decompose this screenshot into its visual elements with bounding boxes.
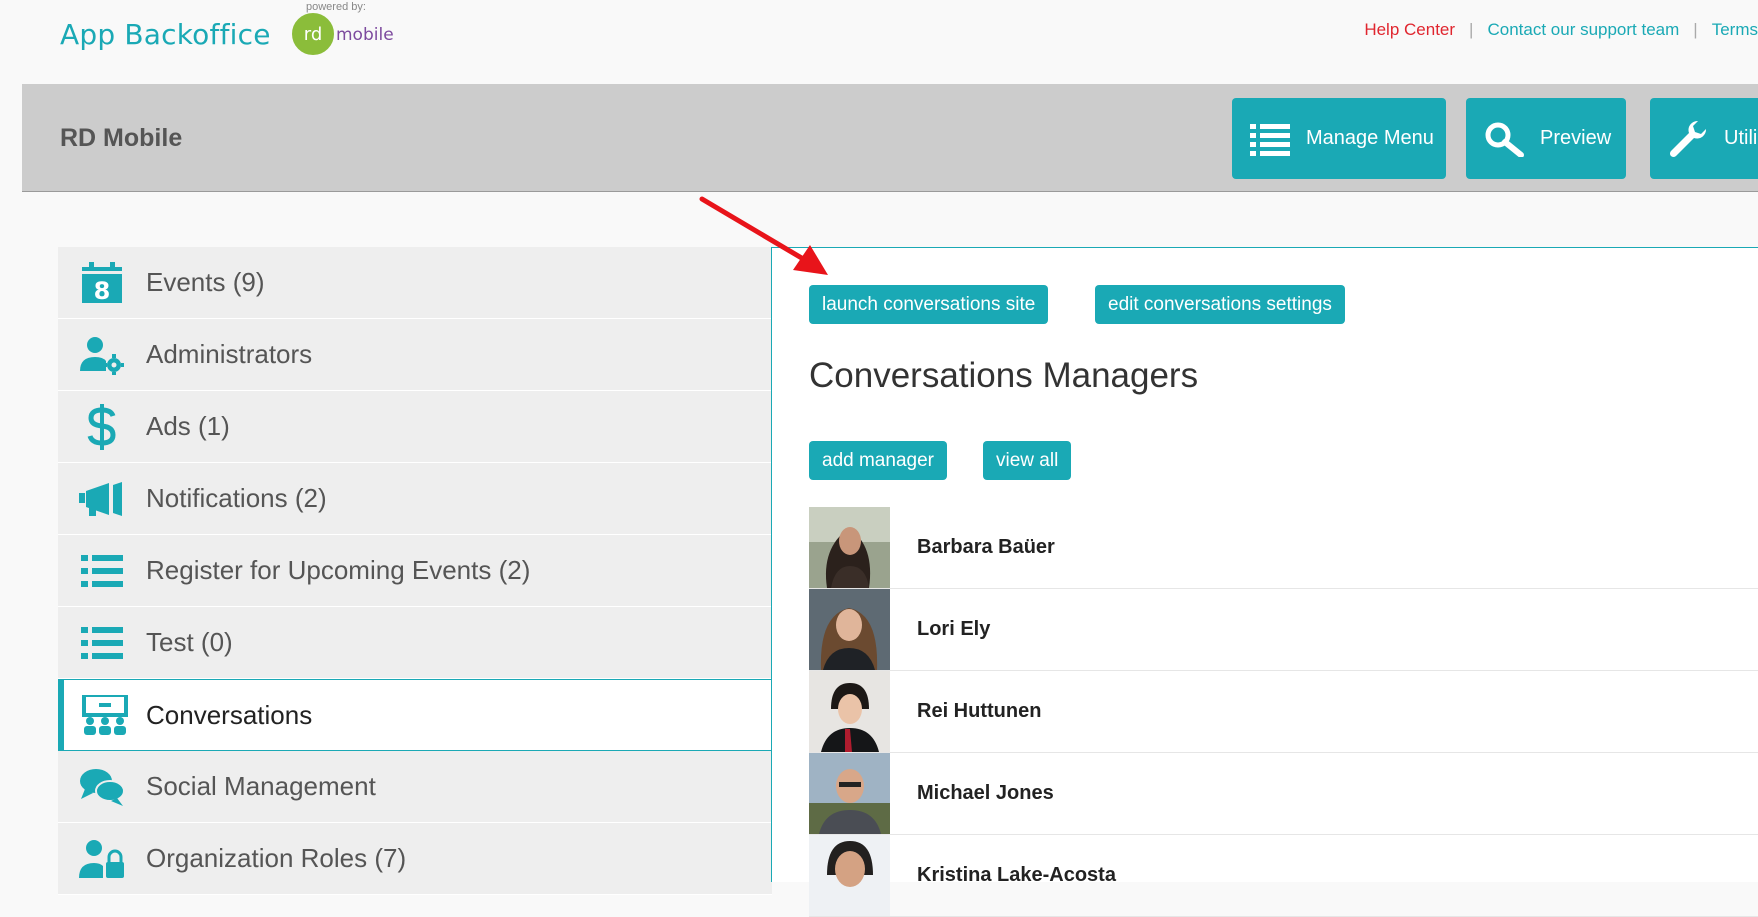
list-icon: [81, 626, 123, 659]
add-manager-button[interactable]: add manager: [809, 441, 947, 480]
manager-name: Rei Huttunen: [917, 700, 1042, 722]
manager-row[interactable]: Barbara Baüer: [809, 507, 1758, 589]
preview-label: Preview: [1540, 127, 1612, 149]
powered-by-label: powered by:: [306, 1, 366, 13]
utilities-button[interactable]: Utili: [1650, 98, 1758, 179]
edit-conversations-settings-button[interactable]: edit conversations settings: [1095, 285, 1345, 324]
sidebar-item-ads[interactable]: Ads (1): [58, 391, 772, 463]
help-center-link[interactable]: Help Center: [1364, 20, 1455, 40]
dollar-icon: [87, 403, 116, 450]
list-icon: [1250, 123, 1290, 156]
calendar-icon: 8: [82, 261, 122, 305]
manager-name: Kristina Lake-Acosta: [917, 864, 1116, 886]
annotation-arrow-icon: [699, 196, 828, 275]
avatar[interactable]: [809, 671, 890, 752]
launch-conversations-site-button[interactable]: launch conversations site: [809, 285, 1049, 324]
calendar-day-number: 8: [94, 277, 111, 305]
manage-menu-button[interactable]: Manage Menu: [1232, 98, 1446, 179]
manager-name: Barbara Baüer: [917, 536, 1055, 558]
app-brand-title: App Backoffice: [60, 18, 271, 51]
wrench-icon: [1669, 120, 1707, 157]
contact-support-link[interactable]: Contact our support team: [1487, 20, 1679, 40]
manager-row[interactable]: Michael Jones: [809, 753, 1758, 835]
manager-name: Michael Jones: [917, 782, 1054, 804]
top-links: Help Center | Contact our support team |…: [1364, 20, 1758, 40]
sidebar-item-administrators[interactable]: Administrators: [58, 319, 772, 391]
link-separator: |: [1469, 20, 1474, 39]
manager-row[interactable]: Lori Ely: [809, 589, 1758, 671]
sidebar: 8 Events (9) Administrators Ads (1) Noti…: [58, 247, 774, 895]
rd-logo-text: rd: [303, 23, 323, 45]
manager-name: Lori Ely: [917, 618, 991, 640]
sidebar-item-label: Conversations: [146, 699, 313, 730]
link-separator: |: [1693, 20, 1698, 39]
utilities-label: Utili: [1724, 127, 1758, 149]
sidebar-item-label: Register for Upcoming Events (2): [146, 555, 531, 585]
list-icon: [81, 554, 123, 587]
avatar[interactable]: [809, 753, 890, 834]
preview-button[interactable]: Preview: [1466, 98, 1626, 179]
avatar[interactable]: [809, 835, 890, 916]
organization-title: RD Mobile: [60, 124, 183, 152]
search-icon: [1485, 122, 1524, 157]
sidebar-item-label: Organization Roles (7): [146, 843, 407, 873]
user-gear-icon: [80, 336, 124, 375]
rd-logo-icon: rd: [292, 13, 334, 55]
sidebar-item-social-management[interactable]: Social Management: [58, 751, 772, 823]
megaphone-icon: [79, 481, 122, 516]
avatar[interactable]: [809, 589, 890, 670]
sidebar-item-register-upcoming-events[interactable]: Register for Upcoming Events (2): [58, 535, 772, 607]
sidebar-item-notifications[interactable]: Notifications (2): [58, 463, 772, 535]
sidebar-item-label: Events (9): [146, 267, 265, 297]
sidebar-item-test[interactable]: Test (0): [58, 607, 772, 679]
sidebar-item-label: Social Management: [146, 771, 376, 801]
sidebar-item-label: Notifications (2): [146, 483, 327, 513]
view-all-button[interactable]: view all: [983, 441, 1072, 480]
sidebar-item-organization-roles[interactable]: Organization Roles (7): [58, 823, 772, 895]
sidebar-item-events[interactable]: 8 Events (9): [58, 247, 772, 319]
page-title: Conversations Managers: [809, 356, 1199, 395]
conference-icon: [82, 695, 128, 735]
manager-row[interactable]: Kristina Lake-Acosta: [809, 835, 1758, 917]
sidebar-item-label: Administrators: [146, 339, 313, 369]
chat-bubbles-icon: [80, 768, 125, 806]
sidebar-item-label: Ads (1): [146, 411, 230, 441]
user-lock-icon: [79, 839, 124, 878]
terms-link[interactable]: Terms: [1712, 20, 1758, 40]
manager-row[interactable]: Rei Huttunen: [809, 671, 1758, 753]
avatar[interactable]: [809, 507, 890, 588]
sidebar-item-conversations[interactable]: Conversations: [58, 679, 774, 751]
manage-menu-label: Manage Menu: [1306, 127, 1434, 149]
rd-logo-mobile-text: mobile: [336, 25, 394, 45]
sidebar-item-label: Test (0): [146, 627, 233, 657]
